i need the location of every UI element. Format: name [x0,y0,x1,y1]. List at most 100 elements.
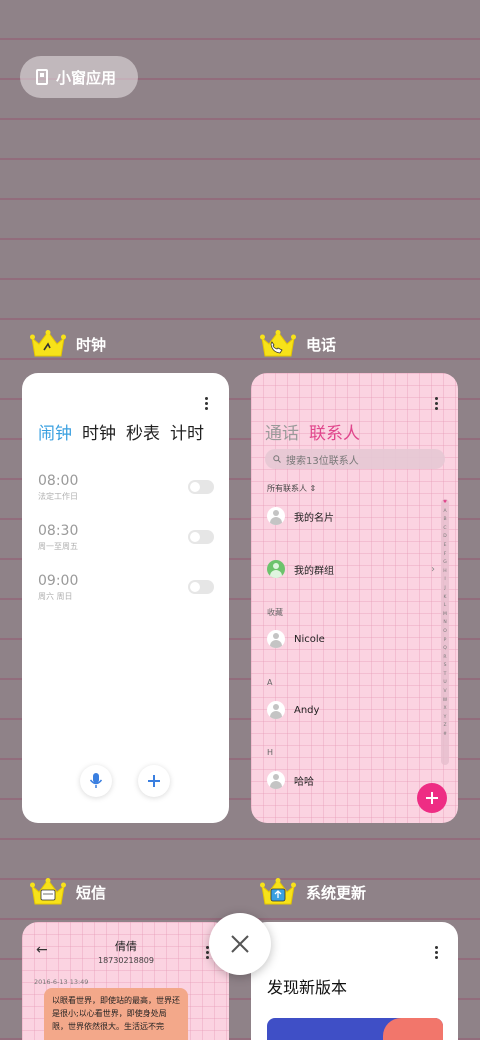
index-letter[interactable]: G [443,559,447,568]
plus-icon [426,792,438,804]
contact-filter[interactable]: 所有联系人 ⇕ [267,483,316,494]
add-contact-button[interactable] [417,783,447,813]
app-header-sms: 短信 [30,878,106,906]
contact-name: 倩倩 [115,940,137,953]
tab-timer[interactable]: 计时 [170,419,204,444]
voice-alarm-button[interactable] [80,765,112,797]
index-letter[interactable]: P [444,637,447,646]
system-update-app-icon [260,878,296,906]
index-letter[interactable]: E [444,542,447,551]
index-letter[interactable]: M [443,611,447,620]
contact-name: 我的名片 [294,512,334,524]
sort-icon: ⇕ [309,484,317,493]
more-options-icon[interactable] [205,397,208,410]
close-icon [231,935,249,953]
phone-app-icon [260,330,296,358]
index-letter[interactable]: ♥ [443,499,447,508]
index-letter[interactable]: Y [444,714,447,723]
app-name-phone: 电话 [306,335,337,354]
avatar [267,701,285,719]
tab-alarm[interactable]: 闹钟 [38,419,72,444]
app-name-clock: 时钟 [76,335,107,354]
list-item[interactable]: Andy [267,701,319,719]
contact-name: 我的群组 [294,565,334,577]
section-header: H [267,748,274,757]
index-letter[interactable]: X [443,705,446,714]
tab-calls[interactable]: 通话 [265,419,299,444]
contact-number: 18730218809 [98,956,154,965]
contact-filter-label: 所有联系人 [267,484,307,493]
close-all-button[interactable] [209,913,271,975]
index-letter[interactable]: Z [443,722,446,731]
alarm-toggle[interactable] [188,480,214,494]
alarm-toggle[interactable] [188,530,214,544]
section-header: 收藏 [267,608,283,617]
update-banner [267,1018,443,1040]
chevron-right-icon: › [431,563,435,575]
sms-app-icon [30,878,66,906]
index-letter[interactable]: K [444,594,447,603]
phone-app-card[interactable]: 通话 联系人 搜索13位联系人 所有联系人 ⇕ 我的名片 我的群组 › 收藏 N… [251,373,458,823]
section-header: A [267,678,273,687]
more-options-icon[interactable] [435,946,438,959]
alarm-item[interactable]: 08:30 周一至周五 [38,523,78,552]
list-item-my-groups[interactable]: 我的群组 › [267,560,435,578]
index-letter[interactable]: U [443,679,446,688]
list-item-my-card[interactable]: 我的名片 [267,507,334,525]
index-letter[interactable]: R [443,654,446,663]
group-icon [267,560,285,578]
tab-contacts[interactable]: 联系人 [309,419,360,444]
clock-tabs: 闹钟 时钟 秒表 计时 [38,419,204,444]
avatar [267,771,285,789]
system-update-app-card[interactable]: 发现新版本 [251,922,458,1040]
index-letter[interactable]: C [443,525,446,534]
alarm-item[interactable]: 09:00 周六 周日 [38,573,78,602]
tab-clock[interactable]: 时钟 [82,419,116,444]
plus-icon [148,775,160,787]
index-letter[interactable]: V [443,688,446,697]
alarm-toggle[interactable] [188,580,214,594]
index-letter[interactable]: Q [443,645,447,654]
list-item[interactable]: 哈哈 [267,771,314,789]
index-letter[interactable]: N [443,619,446,628]
sms-app-card[interactable]: ← 倩倩 18730218809 2016-6-13 13:49 以眼看世界，即… [22,922,229,1040]
more-options-icon[interactable] [435,397,438,410]
app-name-system-update: 系统更新 [306,883,367,902]
alarm-item[interactable]: 08:00 法定工作日 [38,473,78,502]
index-letter[interactable]: B [443,516,446,525]
message-bubble[interactable]: 以眼看世界，即使站的最高，世界还是很小;以心看世界，即使身处局限，世界依然很大。… [44,988,188,1040]
index-letter[interactable]: # [443,731,447,740]
index-letter[interactable]: H [443,568,446,577]
floating-window-icon [36,69,48,85]
list-item[interactable]: Nicole [267,630,325,648]
contact-name: 哈哈 [294,776,314,788]
add-alarm-button[interactable] [138,765,170,797]
alphabet-index-scrollbar[interactable]: ♥ A B C D E F G H I J K L M N O P Q R S T U V W X Y Z # [441,499,449,765]
conversation-header: 倩倩 18730218809 [22,938,229,965]
contact-name: Nicole [294,633,325,645]
floating-window-label: 小窗应用 [56,68,117,87]
clock-app-card[interactable]: 闹钟 时钟 秒表 计时 08:00 法定工作日 08:30 周一至周五 09:0… [22,373,229,823]
clock-app-icon [30,330,66,358]
index-letter[interactable]: D [443,533,446,542]
index-letter[interactable]: O [443,628,447,637]
app-header-phone: 电话 [260,330,336,358]
index-letter[interactable]: J [444,585,445,594]
update-headline: 发现新版本 [267,978,348,997]
index-letter[interactable]: F [444,551,447,560]
tab-stopwatch[interactable]: 秒表 [126,419,160,444]
index-letter[interactable]: W [443,697,447,706]
index-letter[interactable]: I [444,576,445,585]
alarm-repeat: 周六 周日 [38,592,73,601]
index-letter[interactable]: L [444,602,447,611]
floating-window-button[interactable]: 小窗应用 [20,56,138,98]
index-letter[interactable]: S [444,662,447,671]
app-name-sms: 短信 [76,883,107,902]
search-icon [273,455,281,463]
alarm-repeat: 法定工作日 [38,492,78,501]
index-letter[interactable]: A [443,508,446,517]
alarm-time: 08:00 [38,473,79,489]
contact-search-input[interactable]: 搜索13位联系人 [265,449,445,469]
app-header-clock: 时钟 [30,330,106,358]
index-letter[interactable]: T [444,671,447,680]
